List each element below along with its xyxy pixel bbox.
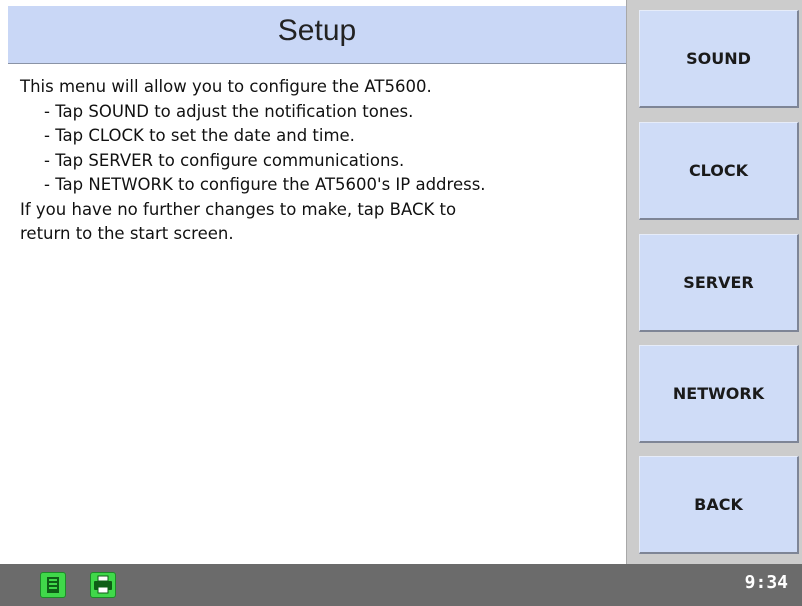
instructions-text: This menu will allow you to configure th… xyxy=(20,75,620,247)
title-bar: Setup xyxy=(8,6,626,64)
instruction-sound: - Tap SOUND to adjust the notification t… xyxy=(44,101,414,121)
intro-line: This menu will allow you to configure th… xyxy=(20,77,432,96)
clock-button[interactable]: CLOCK xyxy=(639,122,799,220)
clock-display: 9:34 xyxy=(744,572,788,593)
printer-icon[interactable] xyxy=(90,572,116,598)
sound-button[interactable]: SOUND xyxy=(639,10,799,108)
status-bar: 9:34 xyxy=(0,564,802,606)
instruction-network: - Tap NETWORK to configure the AT5600's … xyxy=(44,175,486,194)
server-button[interactable]: SERVER xyxy=(639,234,799,332)
outro-line-2: return to the start screen. xyxy=(20,224,234,243)
back-button[interactable]: BACK xyxy=(639,456,799,554)
instruction-server: - Tap SERVER to configure communications… xyxy=(44,150,405,170)
sidebar: SOUND CLOCK SERVER NETWORK BACK xyxy=(626,0,802,564)
list-icon[interactable] xyxy=(40,572,66,598)
network-button[interactable]: NETWORK xyxy=(639,345,799,443)
outro-line-1: If you have no further changes to make, … xyxy=(20,199,457,219)
main-panel: Setup This menu will allow you to config… xyxy=(0,0,626,564)
instruction-clock: - Tap CLOCK to set the date and time. xyxy=(44,126,355,145)
page-title: Setup xyxy=(277,14,357,47)
